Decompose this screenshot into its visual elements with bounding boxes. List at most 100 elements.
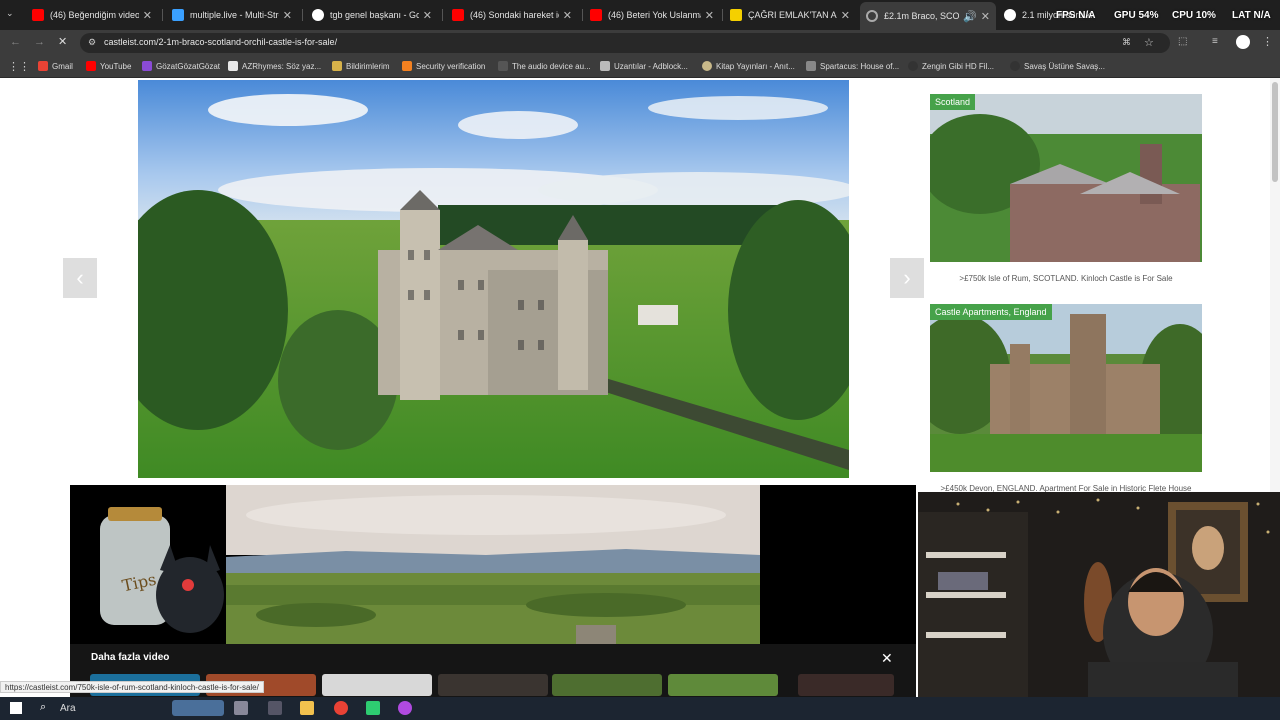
tab-sondaki-hareket[interactable]: (46) Sondaki hareket için ✕ xyxy=(446,4,578,26)
listing-badge[interactable]: Castle Apartments, England xyxy=(930,304,1052,320)
listing-badge[interactable]: Scotland xyxy=(930,94,976,110)
tab-strip: ⌄ (46) Beğendiğim videolar ✕ multiple.li… xyxy=(0,0,1280,30)
bookmarks-bar: ⋮⋮ Gmail YouTube GözatGözatGözat AZRhyme… xyxy=(0,56,1280,78)
tab-cagri-emlak[interactable]: ÇAĞRI EMLAK'TAN ANTA ✕ xyxy=(724,4,856,26)
loading-icon xyxy=(866,10,878,22)
listing-photo-kinloch[interactable] xyxy=(930,94,1202,262)
gallery-next-button[interactable]: › xyxy=(890,258,924,298)
gallery-prev-button[interactable]: ‹ xyxy=(63,258,97,298)
bookmark-favicon-icon xyxy=(142,61,152,71)
close-icon[interactable]: ✕ xyxy=(705,9,714,22)
taskbar-search-label[interactable]: Ara xyxy=(60,703,76,714)
site-info-icon[interactable]: ⚙ xyxy=(88,37,96,48)
listing-card-kinloch[interactable]: Scotland >£750k Isle of Rum, SCOTLAND. K… xyxy=(930,94,1202,294)
bookmark-gozat[interactable]: GözatGözatGözat xyxy=(142,61,220,71)
bookmark-favicon-icon xyxy=(702,61,712,71)
bookmark-star-icon[interactable]: ☆ xyxy=(1144,36,1154,49)
youtube-icon xyxy=(590,9,602,21)
related-video-thumb[interactable] xyxy=(552,674,662,696)
bookmark-favicon-icon xyxy=(1010,61,1020,71)
scrollbar-thumb[interactable] xyxy=(1272,82,1278,182)
bookmark-bildirimlerim[interactable]: Bildirimlerim xyxy=(332,61,390,71)
bookmark-favicon-icon xyxy=(402,61,412,71)
tab-liked-videos[interactable]: (46) Beğendiğim videolar ✕ xyxy=(26,4,158,26)
translate-icon[interactable]: ⌘ xyxy=(1122,37,1131,48)
tab-google-search[interactable]: tgb genel başkanı - Goog ✕ xyxy=(306,4,438,26)
gpu-readout: GPU 54% xyxy=(1114,10,1159,21)
listing-photo-flete[interactable] xyxy=(930,304,1202,472)
address-bar[interactable]: ⚙ castleist.com/2-1m-braco-scotland-orch… xyxy=(80,33,1170,53)
listing-card-flete[interactable]: Castle Apartments, England >£450k Devon,… xyxy=(930,304,1202,494)
close-icon[interactable]: ✕ xyxy=(981,10,990,23)
related-video-thumb[interactable] xyxy=(798,674,894,696)
tips-jar-image: Tips xyxy=(70,485,226,644)
related-video-thumb[interactable] xyxy=(668,674,778,696)
media-player-icon[interactable] xyxy=(398,701,412,715)
extensions-icon[interactable]: ⬚ xyxy=(1178,36,1187,47)
search-icon[interactable]: ⌕ xyxy=(40,701,46,714)
more-videos-label: Daha fazla video xyxy=(91,652,170,663)
s-favicon-icon xyxy=(730,9,742,21)
gmail-icon xyxy=(38,61,48,71)
tab-braco-castle[interactable]: £2.1m Braco, SCOTLA 🔊 ✕ xyxy=(860,2,996,30)
task-view-icon[interactable] xyxy=(234,701,248,715)
webcam-overlay xyxy=(918,492,1280,700)
video-frame[interactable] xyxy=(226,485,760,644)
app-icon[interactable] xyxy=(366,701,380,715)
youtube-icon xyxy=(86,61,96,71)
file-explorer-icon[interactable] xyxy=(300,701,314,715)
browser-toolbar: ← → ✕ ⚙ castleist.com/2-1m-braco-scotlan… xyxy=(0,30,1280,56)
close-icon[interactable]: ✕ xyxy=(881,650,893,667)
bookmark-uzantilar[interactable]: Uzantılar - Adblock... xyxy=(600,61,688,71)
cpu-readout: CPU 10% xyxy=(1172,10,1216,21)
bookmark-favicon-icon xyxy=(498,61,508,71)
listing-caption[interactable]: >£750k Isle of Rum, SCOTLAND. Kinloch Ca… xyxy=(930,274,1202,283)
bookmark-gmail[interactable]: Gmail xyxy=(38,61,73,71)
status-bar-url: https://castleist.com/750k-isle-of-rum-s… xyxy=(0,681,264,693)
close-icon[interactable]: ✕ xyxy=(143,9,152,22)
bookmark-savas[interactable]: Savaş Üstüne Savaş... xyxy=(1010,61,1105,71)
url-text: castleist.com/2-1m-braco-scotland-orchil… xyxy=(104,37,338,47)
windows-taskbar: ⌕ Ara xyxy=(0,697,1280,720)
bookmark-spartacus[interactable]: Spartacus: House of... xyxy=(806,61,899,71)
bookmark-security[interactable]: Security verification xyxy=(402,61,485,71)
bookmark-favicon-icon xyxy=(806,61,816,71)
audio-icon[interactable]: 🔊 xyxy=(963,10,977,23)
google-icon xyxy=(312,9,324,21)
forward-icon[interactable]: → xyxy=(34,36,45,48)
bookmark-favicon-icon xyxy=(908,61,918,71)
bookmark-favicon-icon xyxy=(228,61,238,71)
related-video-thumb[interactable] xyxy=(438,674,548,696)
bookmark-favicon-icon xyxy=(332,61,342,71)
fps-readout: FPS N/A xyxy=(1056,10,1096,21)
tab-search-icon[interactable]: ⌄ xyxy=(6,8,20,22)
more-menu-icon[interactable]: ⋮ xyxy=(1262,35,1273,48)
multiple-live-icon xyxy=(172,9,184,21)
close-icon[interactable]: ✕ xyxy=(423,9,432,22)
bookmark-audio-device[interactable]: The audio device au... xyxy=(498,61,591,71)
youtube-icon xyxy=(32,9,44,21)
widget-icon[interactable] xyxy=(172,700,224,716)
tab-multiple-live[interactable]: multiple.live - Multi-Strea ✕ xyxy=(166,4,298,26)
latency-readout: LAT N/A xyxy=(1232,10,1271,21)
close-icon[interactable]: ✕ xyxy=(283,9,292,22)
chrome-icon[interactable] xyxy=(334,701,348,715)
related-video-thumb[interactable] xyxy=(322,674,432,696)
live-app-icon[interactable] xyxy=(268,701,282,715)
bookmark-zengin[interactable]: Zengin Gibi HD Fil... xyxy=(908,61,994,71)
bookmark-youtube[interactable]: YouTube xyxy=(86,61,131,71)
windows-start-icon[interactable] xyxy=(10,702,22,714)
bookmark-azrhymes[interactable]: AZRhymes: Söz yaz... xyxy=(228,61,321,71)
profile-avatar[interactable] xyxy=(1236,35,1250,49)
close-icon[interactable]: ✕ xyxy=(563,9,572,22)
bookmark-kitap[interactable]: Kitap Yayınları - Anıt... xyxy=(702,61,795,71)
apps-grid-icon[interactable]: ⋮⋮ xyxy=(8,60,30,73)
castle-photo-main xyxy=(138,80,849,478)
stop-icon[interactable]: ✕ xyxy=(58,35,67,48)
back-icon[interactable]: ← xyxy=(10,36,21,48)
close-icon[interactable]: ✕ xyxy=(841,9,850,22)
puzzle-icon xyxy=(600,61,610,71)
media-controls-icon[interactable]: ≡ xyxy=(1212,36,1218,47)
tab-beteri-yok[interactable]: (46) Beteri Yok Uslanmak ✕ xyxy=(584,4,720,26)
google-icon xyxy=(1004,9,1016,21)
